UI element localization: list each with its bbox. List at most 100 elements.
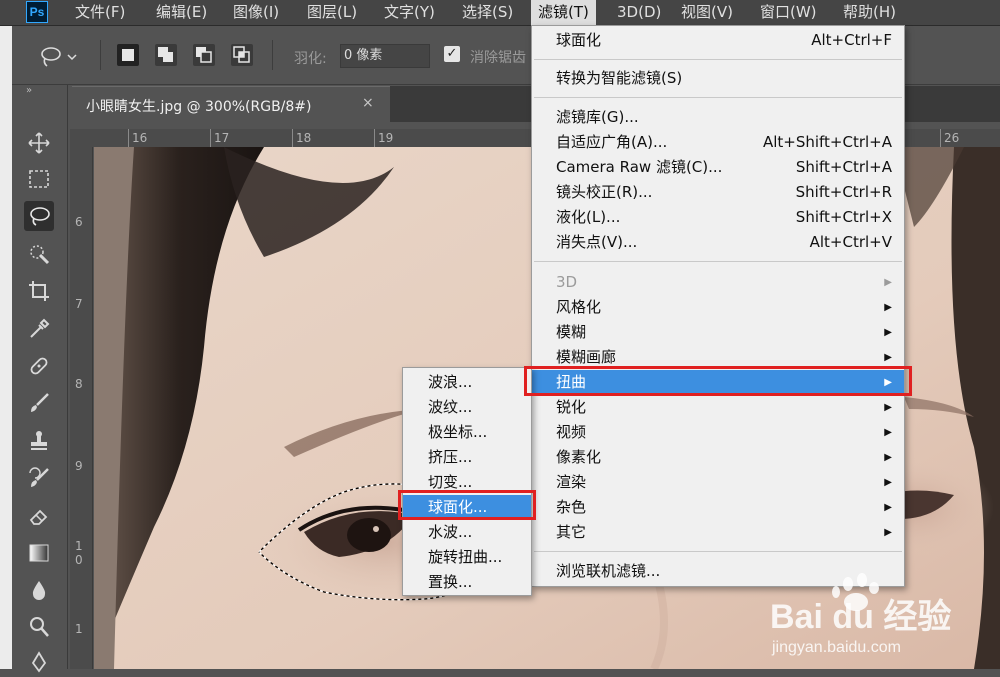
menu-item-label: 模糊 <box>556 323 587 341</box>
menu-item-label: 挤压... <box>428 448 473 466</box>
ruler-tick-label: 9 <box>75 459 83 473</box>
filter-menu-item[interactable]: 滤镜库(G)... <box>532 105 904 130</box>
distort-item-pinch[interactable]: 挤压... <box>403 445 531 470</box>
menu-item-label: 液化(L)... <box>556 208 621 226</box>
close-tab-icon[interactable]: × <box>362 95 374 111</box>
filter-menu-item-blur[interactable]: 模糊 ▶ <box>532 320 904 345</box>
ruler-corner <box>70 129 94 147</box>
filter-menu-item[interactable]: 转换为智能滤镜(S) <box>532 66 904 91</box>
quick-selection-tool-icon[interactable] <box>24 239 54 269</box>
menu-item-shortcut: Alt+Shift+Ctrl+A <box>762 133 892 151</box>
antialias-label: 消除锯齿 <box>470 50 526 66</box>
ruler-tick-label: 10 <box>75 539 83 567</box>
menu-bar: Ps 文件(F) 编辑(E) 图像(I) 图层(L) 文字(Y) 选择(S) 滤… <box>0 0 1000 26</box>
distort-item-zigzag[interactable]: 水波... <box>403 520 531 545</box>
annotation-box-spherize <box>398 490 536 520</box>
document-tab[interactable]: 小眼睛女生.jpg @ 300%(RGB/8#) × <box>72 86 390 123</box>
menu-item-label: 锐化 <box>556 398 587 416</box>
filter-menu-item-pixelate[interactable]: 像素化 ▶ <box>532 445 904 470</box>
menu-item-label: 渲染 <box>556 473 587 491</box>
add-to-selection-button[interactable] <box>155 44 177 66</box>
dodge-tool-icon[interactable] <box>24 612 54 642</box>
baidu-jingyan-watermark: Bai du 经验 jingyan.baidu.com <box>770 570 990 665</box>
menu-window[interactable]: 窗口(W) <box>753 0 824 25</box>
new-selection-button[interactable] <box>117 44 139 66</box>
gradient-tool-icon[interactable] <box>24 538 54 568</box>
submenu-arrow-icon: ▶ <box>884 477 892 488</box>
lasso-preset-icon[interactable] <box>40 46 77 68</box>
menu-separator <box>534 97 902 98</box>
tools-panel: » <box>12 85 68 673</box>
filter-menu-item-3d: 3D ▶ <box>532 270 904 295</box>
menu-item-label: 旋转扭曲... <box>428 548 503 566</box>
ruler-tick-label: 18 <box>291 129 312 147</box>
filter-menu-item-sharpen[interactable]: 锐化 ▶ <box>532 395 904 420</box>
lasso-tool-icon[interactable] <box>24 201 54 231</box>
filter-menu-item-noise[interactable]: 杂色 ▶ <box>532 495 904 520</box>
blur-tool-icon[interactable] <box>24 575 54 605</box>
annotation-box-distort <box>524 366 912 396</box>
subtract-from-selection-button[interactable] <box>193 44 215 66</box>
menu-3d[interactable]: 3D(D) <box>610 0 668 25</box>
intersect-selection-button[interactable] <box>231 44 253 66</box>
ruler-tick-label: 16 <box>127 129 148 147</box>
menu-view[interactable]: 视图(V) <box>674 0 740 25</box>
eraser-tool-icon[interactable] <box>24 501 54 531</box>
menu-item-label: 3D <box>556 273 578 291</box>
menu-layer[interactable]: 图层(L) <box>300 0 364 25</box>
distort-item-twirl[interactable]: 旋转扭曲... <box>403 545 531 570</box>
menu-edit[interactable]: 编辑(E) <box>149 0 214 25</box>
brush-tool-icon[interactable] <box>24 388 54 418</box>
menu-item-label: 自适应广角(A)... <box>556 133 668 151</box>
menu-item-shortcut: Alt+Ctrl+F <box>811 31 892 49</box>
antialias-checkbox[interactable]: ✓ <box>444 46 460 62</box>
feather-input[interactable]: 0 像素 <box>340 44 430 68</box>
distort-item-ripple[interactable]: 波纹... <box>403 395 531 420</box>
feather-label: 羽化: <box>294 51 327 67</box>
filter-menu-item[interactable]: 球面化 Alt+Ctrl+F <box>532 28 904 53</box>
document-tab-title: 小眼睛女生.jpg @ 300%(RGB/8#) <box>86 99 312 115</box>
menu-item-label: 置换... <box>428 573 473 591</box>
menu-item-label: Camera Raw 滤镜(C)... <box>556 158 723 176</box>
filter-menu-item[interactable]: 液化(L)... Shift+Ctrl+X <box>532 205 904 230</box>
distort-item-polar[interactable]: 极坐标... <box>403 420 531 445</box>
menu-separator <box>534 551 902 552</box>
filter-menu-item-render[interactable]: 渲染 ▶ <box>532 470 904 495</box>
filter-menu-item[interactable]: 消失点(V)... Alt+Ctrl+V <box>532 230 904 255</box>
healing-brush-tool-icon[interactable] <box>24 351 54 381</box>
menu-item-label: 水波... <box>428 523 473 541</box>
menu-item-label: 风格化 <box>556 298 602 316</box>
marquee-tool-icon[interactable] <box>24 164 54 194</box>
menu-type[interactable]: 文字(Y) <box>377 0 442 25</box>
menu-item-label: 其它 <box>556 523 587 541</box>
filter-menu-item-stylize[interactable]: 风格化 ▶ <box>532 295 904 320</box>
clone-stamp-tool-icon[interactable] <box>24 425 54 455</box>
photoshop-logo[interactable]: Ps <box>26 1 48 23</box>
distort-item-displace[interactable]: 置换... <box>403 570 531 595</box>
vertical-ruler[interactable]: 6 7 8 9 10 1 <box>70 147 93 669</box>
submenu-arrow-icon: ▶ <box>884 302 892 313</box>
menu-filter[interactable]: 滤镜(T) <box>531 0 596 25</box>
distort-item-wave[interactable]: 波浪... <box>403 370 531 395</box>
menu-item-label: 球面化 <box>556 31 602 49</box>
panel-grip-icon[interactable]: » <box>26 85 32 96</box>
menu-image[interactable]: 图像(I) <box>226 0 286 25</box>
ruler-tick-label: 7 <box>75 297 83 311</box>
history-brush-tool-icon[interactable] <box>24 463 54 493</box>
menu-help[interactable]: 帮助(H) <box>836 0 903 25</box>
submenu-arrow-icon: ▶ <box>884 502 892 513</box>
eyedropper-tool-icon[interactable] <box>24 314 54 344</box>
pen-tool-icon[interactable] <box>24 647 54 677</box>
filter-menu-item[interactable]: 自适应广角(A)... Alt+Shift+Ctrl+A <box>532 130 904 155</box>
filter-menu-item[interactable]: 镜头校正(R)... Shift+Ctrl+R <box>532 180 904 205</box>
menu-select[interactable]: 选择(S) <box>455 0 520 25</box>
menu-file[interactable]: 文件(F) <box>68 0 132 25</box>
options-separator <box>100 40 101 70</box>
filter-menu-item-other[interactable]: 其它 ▶ <box>532 520 904 545</box>
filter-menu-item-video[interactable]: 视频 ▶ <box>532 420 904 445</box>
menu-separator <box>534 261 902 262</box>
menu-item-label: 波纹... <box>428 398 473 416</box>
crop-tool-icon[interactable] <box>24 276 54 306</box>
move-tool-icon[interactable] <box>24 128 54 158</box>
filter-menu-item[interactable]: Camera Raw 滤镜(C)... Shift+Ctrl+A <box>532 155 904 180</box>
